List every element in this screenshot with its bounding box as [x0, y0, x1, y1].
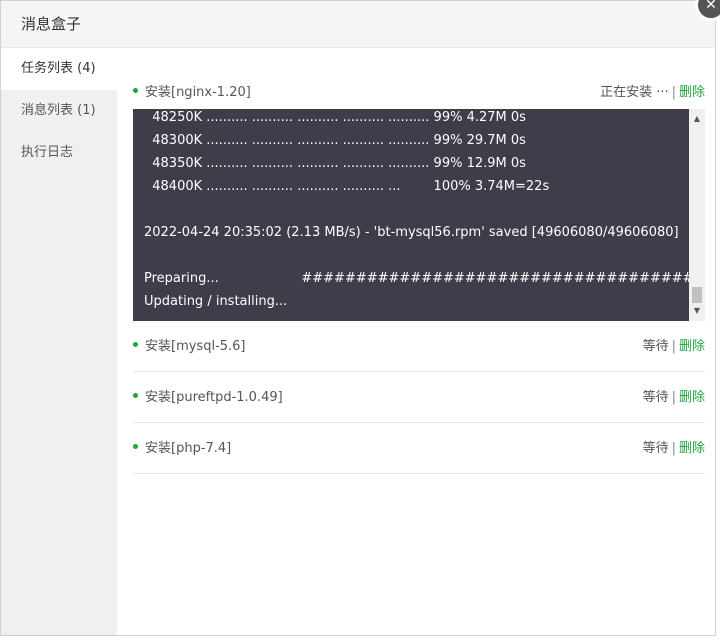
dialog-header: 消息盒子: [1, 1, 715, 48]
sidebar-item-message-list[interactable]: 消息列表 (1): [1, 90, 117, 132]
log-line: Updating / installing...: [144, 294, 288, 309]
dialog-title: 消息盒子: [21, 15, 82, 33]
separator: |: [671, 390, 676, 405]
log-line: Preparing... ###########################…: [144, 271, 705, 286]
log-line: 48300K .......... .......... .......... …: [144, 133, 526, 148]
scroll-up-icon[interactable]: ▲: [689, 111, 705, 127]
task-name: 安装[pureftpd-1.0.49]: [145, 390, 283, 405]
delete-button[interactable]: 删除: [679, 441, 705, 456]
delete-button[interactable]: 删除: [679, 339, 705, 354]
separator: |: [671, 85, 676, 100]
install-log-output[interactable]: 48250K .......... .......... .......... …: [133, 109, 705, 321]
sidebar: 任务列表 (4) 消息列表 (1) 执行日志: [1, 48, 117, 635]
task-list: 安装[nginx-1.20] 正在安装 ··· | 删除 48250K ......…: [133, 67, 705, 474]
task-status: 等待: [642, 441, 669, 456]
separator: |: [671, 339, 676, 354]
task-name: 安装[nginx-1.20]: [145, 85, 251, 100]
task-row: 安装[php-7.4] 等待 | 删除: [133, 423, 705, 474]
log-line: 2022-04-24 20:35:02 (2.13 MB/s) - 'bt-my…: [144, 225, 679, 240]
task-status: 等待: [642, 339, 669, 354]
log-line: 48250K .......... .......... .......... …: [144, 110, 526, 125]
status-dot-icon: [133, 393, 138, 398]
task-status: 正在安装 ···: [600, 85, 669, 100]
task-name: 安装[mysql-5.6]: [145, 339, 246, 354]
status-dot-icon: [133, 342, 138, 347]
scroll-down-icon[interactable]: ▼: [689, 303, 705, 319]
task-name: 安装[php-7.4]: [145, 441, 232, 456]
log-line: 48350K .......... .......... .......... …: [144, 156, 526, 171]
task-row: 安装[nginx-1.20] 正在安装 ··· | 删除: [133, 67, 705, 109]
delete-button[interactable]: 删除: [679, 390, 705, 405]
log-scrollbar[interactable]: ▲ ▼: [689, 109, 705, 321]
status-dot-icon: [133, 444, 138, 449]
sidebar-item-task-list[interactable]: 任务列表 (4): [1, 48, 117, 90]
message-box-dialog: 消息盒子 ✕ 任务列表 (4) 消息列表 (1) 执行日志 安装[nginx-1…: [0, 0, 720, 636]
scroll-thumb[interactable]: [692, 287, 702, 303]
separator: |: [671, 441, 676, 456]
log-line: 48400K .......... .......... .......... …: [144, 179, 550, 194]
task-status: 等待: [642, 390, 669, 405]
status-dot-icon: [133, 88, 138, 93]
delete-button[interactable]: 删除: [679, 85, 705, 100]
task-row: 安装[mysql-5.6] 等待 | 删除: [133, 321, 705, 372]
task-row: 安装[pureftpd-1.0.49] 等待 | 删除: [133, 372, 705, 423]
sidebar-item-execution-log[interactable]: 执行日志: [1, 132, 117, 174]
